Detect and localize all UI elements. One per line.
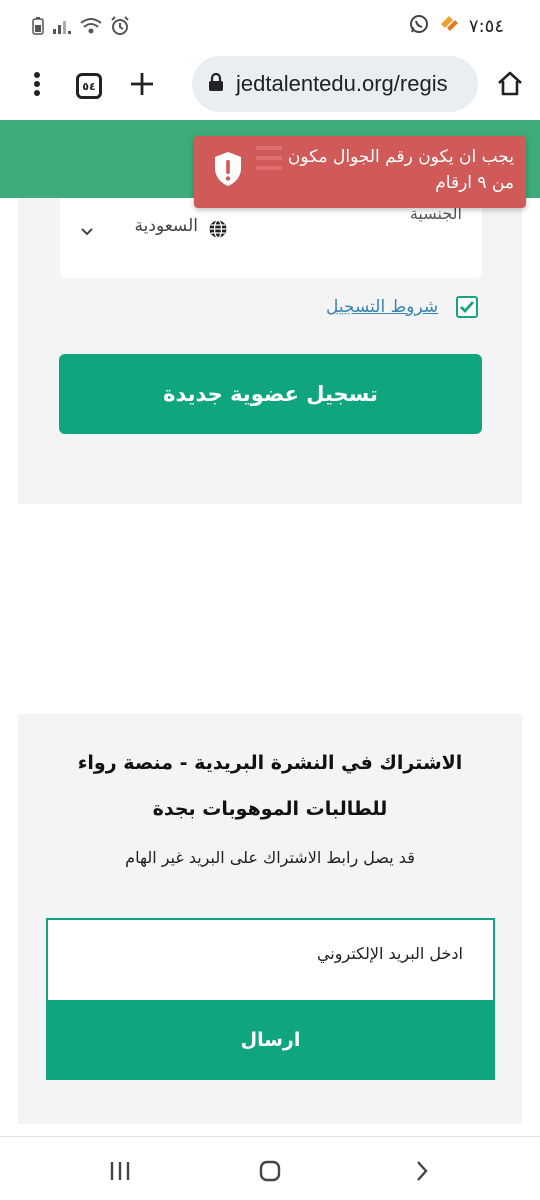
register-button[interactable]: تسجيل عضوية جديدة <box>59 354 482 434</box>
whatsapp-icon <box>409 14 429 38</box>
terms-row: شروط التسجيل <box>326 296 479 318</box>
status-icons-left <box>32 16 130 40</box>
wifi-icon <box>80 17 102 39</box>
globe-icon <box>208 219 228 243</box>
home-icon <box>496 70 524 102</box>
browser-toolbar: jedtalentedu.org/regis ٥٤ <box>0 52 540 120</box>
toast-message: يجب ان يكون رقم الجوال مكون من ٩ ارقام <box>287 147 514 193</box>
shield-warning-icon <box>212 150 244 192</box>
navigation-bar <box>0 1136 540 1200</box>
check-icon <box>460 301 475 314</box>
menu-button[interactable] <box>13 62 61 110</box>
chevron-down-icon[interactable] <box>80 222 94 241</box>
app-notification-icon <box>439 14 459 38</box>
newsletter-title: الاشتراك في النشرة البريدية - منصة رواء … <box>77 752 463 820</box>
recents-icon <box>109 1161 131 1185</box>
url-text: jedtalentedu.org/regis <box>236 71 448 96</box>
lock-icon <box>208 72 224 96</box>
home-button[interactable] <box>486 62 534 110</box>
back-icon <box>415 1160 429 1186</box>
terms-checkbox[interactable] <box>456 296 479 318</box>
status-time: ٧:٥٤ <box>468 15 504 37</box>
tab-count: ٥٤ <box>76 73 102 99</box>
new-tab-icon <box>129 71 155 101</box>
more-vert-icon <box>33 71 41 101</box>
email-input[interactable] <box>83 944 463 963</box>
home-nav-icon <box>259 1160 281 1186</box>
alarm-icon <box>110 16 130 40</box>
back-button[interactable] <box>402 1153 442 1193</box>
email-field[interactable] <box>46 918 495 1000</box>
terms-link[interactable]: شروط التسجيل <box>326 297 438 317</box>
send-button[interactable]: ارسال <box>46 1000 495 1080</box>
address-bar[interactable]: jedtalentedu.org/regis <box>192 56 478 112</box>
status-icons-right: ٧:٥٤ <box>409 14 504 38</box>
home-nav-button[interactable] <box>250 1153 290 1193</box>
nationality-select[interactable]: السعودية <box>135 216 198 236</box>
tabs-button[interactable]: ٥٤ <box>65 62 113 110</box>
recents-button[interactable] <box>100 1153 140 1193</box>
newsletter-subtitle: قد يصل رابط الاشتراك على البريد غير الها… <box>125 848 415 867</box>
status-bar: ٧:٥٤ <box>0 0 540 52</box>
new-tab-button[interactable] <box>118 62 166 110</box>
error-toast: يجب ان يكون رقم الجوال مكون من ٩ ارقام <box>194 136 526 208</box>
battery-icon <box>32 17 44 39</box>
signal-icon <box>52 17 72 39</box>
